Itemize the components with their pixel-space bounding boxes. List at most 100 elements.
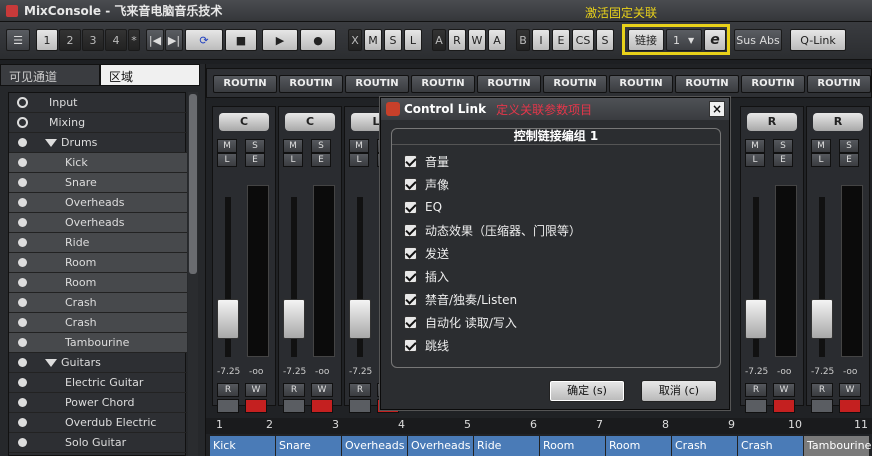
channel-e-button[interactable]: E bbox=[839, 153, 859, 167]
checkbox-checked-icon[interactable] bbox=[404, 200, 417, 214]
qlink-button[interactable]: Q-Link bbox=[790, 29, 846, 51]
channel-item[interactable]: Overdub Electric bbox=[9, 413, 187, 433]
channel-item[interactable]: Power Chord bbox=[9, 393, 187, 413]
write-button[interactable]: W bbox=[773, 383, 795, 397]
visibility-dot-icon[interactable] bbox=[18, 338, 27, 347]
monitor-speaker-icon[interactable] bbox=[283, 399, 305, 413]
link-option[interactable]: 动态效果（压缩器、门限等） bbox=[404, 220, 581, 240]
pan-knob[interactable]: C bbox=[285, 113, 335, 131]
channel-item[interactable]: Crash bbox=[9, 313, 187, 333]
checkbox-checked-icon[interactable] bbox=[404, 315, 417, 329]
cycle-button[interactable]: ⟳ bbox=[185, 29, 223, 51]
forward-button[interactable]: ▶| bbox=[165, 29, 183, 51]
routing-button[interactable]: ROUTIN bbox=[213, 75, 277, 93]
channel-item[interactable]: Snare bbox=[9, 173, 187, 193]
channel-item[interactable]: Overheads bbox=[9, 213, 187, 233]
visibility-dot-icon[interactable] bbox=[18, 298, 27, 307]
channel-l-button[interactable]: L bbox=[283, 153, 303, 167]
routing-button[interactable]: ROUTIN bbox=[411, 75, 475, 93]
checkbox-checked-icon[interactable] bbox=[404, 177, 417, 191]
channel-item[interactable]: Guitars bbox=[9, 353, 187, 373]
sus-abs-button[interactable]: Sus Abs bbox=[734, 29, 782, 51]
channel-name-label[interactable]: Tambourine bbox=[804, 436, 871, 456]
channel-name-label[interactable]: Ride bbox=[474, 436, 540, 456]
visibility-dot-icon[interactable] bbox=[18, 278, 27, 287]
link-option[interactable]: 音量 bbox=[404, 151, 449, 171]
page-button-1[interactable]: 1 bbox=[36, 29, 58, 51]
read-button[interactable]: R bbox=[283, 383, 305, 397]
channel-e-button[interactable]: E bbox=[245, 153, 265, 167]
channel-item[interactable]: Solo Guitar bbox=[9, 433, 187, 453]
routing-button[interactable]: ROUTIN bbox=[609, 75, 673, 93]
routing-button[interactable]: ROUTIN bbox=[345, 75, 409, 93]
routing-button[interactable]: ROUTIN bbox=[675, 75, 739, 93]
visibility-dot-icon[interactable] bbox=[18, 238, 27, 247]
channel-item[interactable]: Drums bbox=[9, 133, 187, 153]
checkbox-checked-icon[interactable] bbox=[404, 338, 417, 352]
link-option[interactable]: 禁音/独奏/Listen bbox=[404, 289, 517, 309]
channel-name-label[interactable]: Room bbox=[540, 436, 606, 456]
pan-knob[interactable]: C bbox=[219, 113, 269, 131]
visibility-circle-icon[interactable] bbox=[17, 97, 28, 108]
filter-a-button[interactable]: A bbox=[432, 29, 446, 51]
filter-i-button[interactable]: I bbox=[532, 29, 550, 51]
channel-e-button[interactable]: E bbox=[311, 153, 331, 167]
channel-item[interactable]: Overheads bbox=[9, 193, 187, 213]
pan-knob[interactable]: R bbox=[813, 113, 863, 131]
channel-item[interactable]: Crash bbox=[9, 293, 187, 313]
visibility-dot-icon[interactable] bbox=[18, 138, 27, 147]
folder-expand-icon[interactable] bbox=[45, 359, 57, 367]
tab-zones[interactable]: 区域 bbox=[100, 64, 200, 86]
channel-name-label[interactable]: Overheads bbox=[408, 436, 474, 456]
link-option[interactable]: 跳线 bbox=[404, 335, 449, 355]
read-button[interactable]: R bbox=[811, 383, 833, 397]
filter-cs-button[interactable]: CS bbox=[572, 29, 594, 51]
cancel-button[interactable]: 取消 (c) bbox=[641, 380, 717, 402]
record-button[interactable]: ● bbox=[300, 29, 336, 51]
visibility-dot-icon[interactable] bbox=[18, 258, 27, 267]
routing-button[interactable]: ROUTIN bbox=[279, 75, 343, 93]
record-enable-button[interactable] bbox=[311, 399, 333, 413]
channel-l-button[interactable]: L bbox=[217, 153, 237, 167]
monitor-speaker-icon[interactable] bbox=[349, 399, 371, 413]
routing-button[interactable]: ROUTIN bbox=[807, 75, 871, 93]
visibility-dot-icon[interactable] bbox=[18, 378, 27, 387]
channel-item[interactable]: Mixing bbox=[9, 113, 187, 133]
channel-name-label[interactable]: Snare bbox=[276, 436, 342, 456]
tab-visible-channels[interactable]: 可见通道 bbox=[0, 64, 100, 86]
routing-button[interactable]: ROUTIN bbox=[543, 75, 607, 93]
channel-item[interactable]: Room bbox=[9, 273, 187, 293]
channel-l-button[interactable]: L bbox=[349, 153, 369, 167]
page-button-star[interactable]: * bbox=[128, 29, 140, 51]
channel-e-button[interactable]: E bbox=[773, 153, 793, 167]
channel-item[interactable]: Electric Guitar bbox=[9, 373, 187, 393]
visibility-dot-icon[interactable] bbox=[18, 158, 27, 167]
channel-name-label[interactable]: Room bbox=[606, 436, 672, 456]
page-button-3[interactable]: 3 bbox=[82, 29, 104, 51]
fader-handle[interactable] bbox=[745, 299, 767, 339]
checkbox-checked-icon[interactable] bbox=[404, 223, 417, 237]
fader-handle[interactable] bbox=[811, 299, 833, 339]
filter-e-button[interactable]: E bbox=[552, 29, 570, 51]
filter-b-button[interactable]: B bbox=[516, 29, 530, 51]
channel-item[interactable]: Ride bbox=[9, 233, 187, 253]
channel-m-button[interactable]: M bbox=[811, 139, 831, 153]
routing-button[interactable]: ROUTIN bbox=[741, 75, 805, 93]
scrollbar-thumb[interactable] bbox=[189, 94, 197, 274]
channel-s-button[interactable]: S bbox=[311, 139, 331, 153]
channel-m-button[interactable]: M bbox=[745, 139, 765, 153]
visibility-dot-icon[interactable] bbox=[18, 178, 27, 187]
link-option[interactable]: 插入 bbox=[404, 266, 449, 286]
channel-name-label[interactable]: Crash bbox=[672, 436, 738, 456]
filter-r-button[interactable]: R bbox=[448, 29, 466, 51]
channel-s-button[interactable]: S bbox=[245, 139, 265, 153]
record-enable-button[interactable] bbox=[245, 399, 267, 413]
channel-l-button[interactable]: L bbox=[745, 153, 765, 167]
channel-s-button[interactable]: S bbox=[773, 139, 793, 153]
channel-l-button[interactable]: L bbox=[811, 153, 831, 167]
checkbox-checked-icon[interactable] bbox=[404, 246, 417, 260]
page-button-2[interactable]: 2 bbox=[59, 29, 81, 51]
layout-icon[interactable]: ☰ bbox=[6, 29, 30, 51]
routing-button[interactable]: ROUTIN bbox=[477, 75, 541, 93]
checkbox-checked-icon[interactable] bbox=[404, 269, 417, 283]
